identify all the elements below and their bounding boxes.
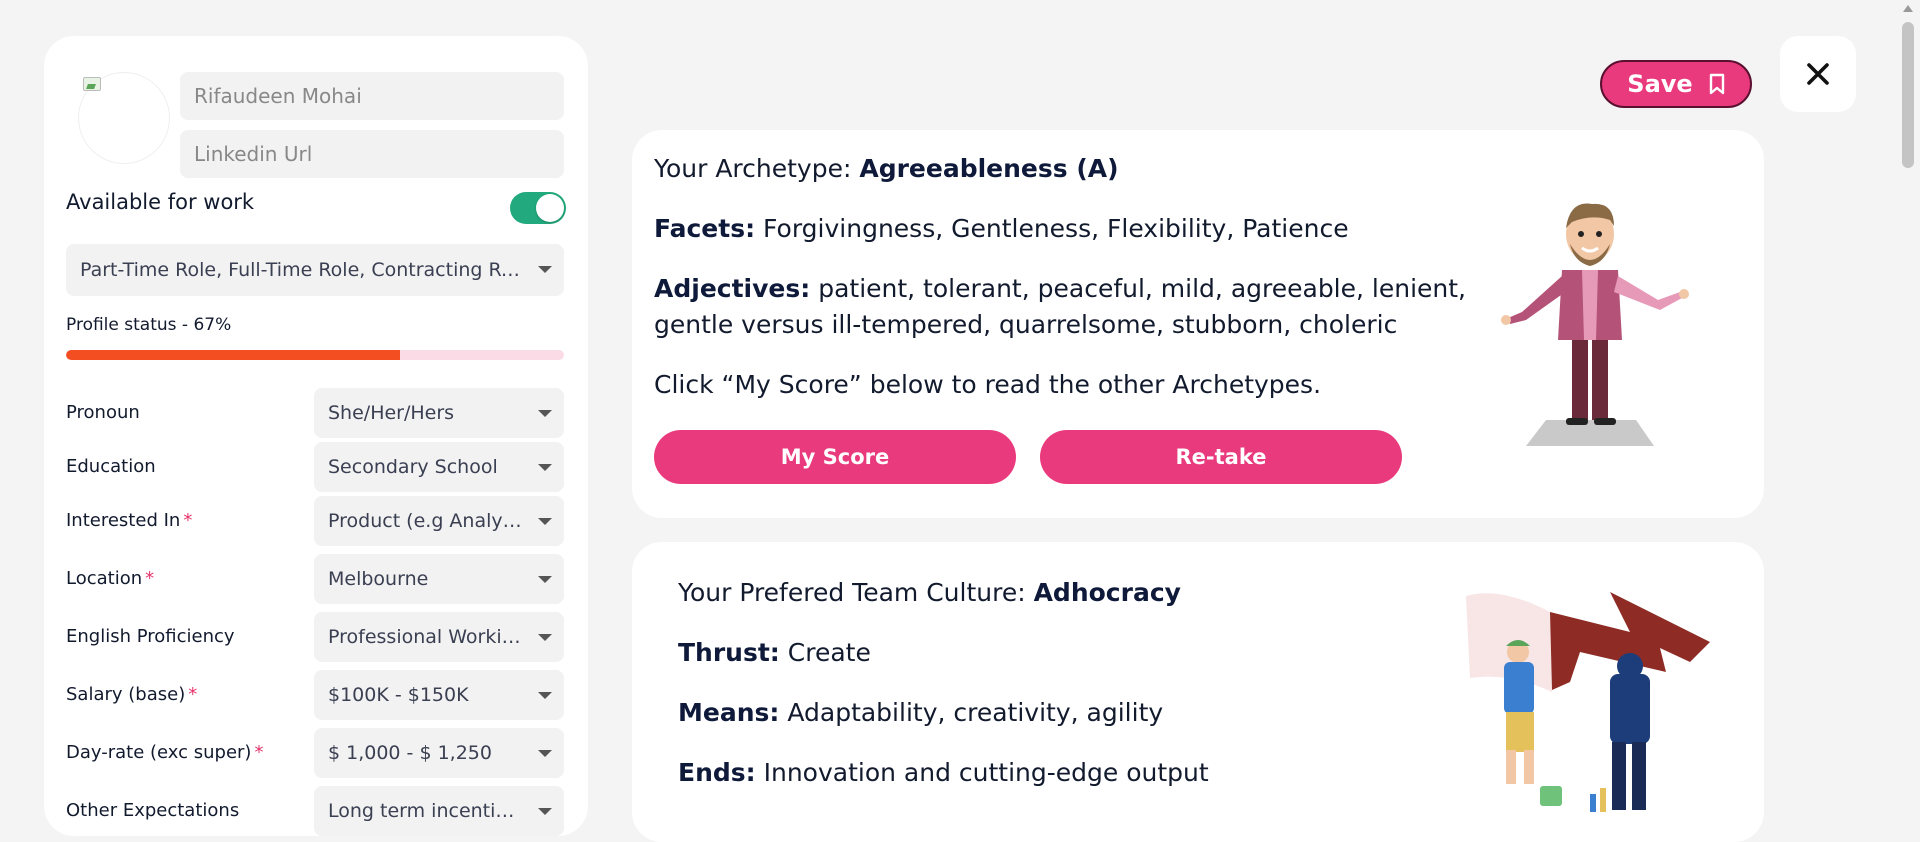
available-for-work-toggle[interactable] <box>510 192 566 224</box>
location-value: Melbourne <box>328 568 429 590</box>
english-proficiency-label: English Proficiency <box>66 626 235 647</box>
pronoun-select[interactable]: She/Her/Hers <box>314 388 564 438</box>
means-line: Means: Adaptability, creativity, agility <box>678 698 1164 727</box>
english-proficiency-value: Professional Workin... <box>328 626 532 648</box>
other-expectations-select[interactable]: Long term incentive... <box>314 786 564 836</box>
day-rate-label: Day-rate (exc super) * <box>66 742 264 763</box>
required-marker: * <box>254 742 264 763</box>
day-rate-value: $ 1,000 - $ 1,250 <box>328 742 492 764</box>
location-select[interactable]: Melbourne <box>314 554 564 604</box>
bookmark-icon <box>1709 73 1725 95</box>
interested-in-label: Interested In * <box>66 510 193 531</box>
toggle-knob <box>536 194 564 222</box>
interested-in-select[interactable]: Product (e.g Analyst... <box>314 496 564 546</box>
culture-name: Adhocracy <box>1033 578 1181 607</box>
required-marker: * <box>188 684 198 705</box>
other-expectations-value: Long term incentive... <box>328 800 537 822</box>
chevron-down-icon <box>538 634 552 641</box>
required-marker: * <box>183 510 193 531</box>
archetype-name: Agreeableness (A) <box>859 154 1119 183</box>
thrust-line: Thrust: Create <box>678 638 871 667</box>
profile-progress-bar <box>66 350 564 360</box>
archetype-character-illustration <box>1501 203 1689 446</box>
pronoun-label: Pronoun <box>66 402 140 423</box>
chevron-down-icon <box>538 692 552 699</box>
scroll-up-arrow-icon[interactable] <box>1903 5 1913 12</box>
archetype-card: Your Archetype: Agreeableness (A) Facets… <box>632 130 1764 518</box>
chevron-down-icon <box>538 464 552 471</box>
team-culture-illustration <box>1466 592 1710 812</box>
close-icon <box>1807 63 1829 85</box>
other-expectations-label: Other Expectations <box>66 800 240 821</box>
work-type-select[interactable]: Part-Time Role, Full-Time Role, Contract… <box>66 244 564 296</box>
education-select[interactable]: Secondary School <box>314 442 564 492</box>
my-score-button[interactable]: My Score <box>654 430 1016 484</box>
avatar[interactable] <box>78 72 170 164</box>
save-button[interactable]: Save <box>1600 60 1752 108</box>
name-input[interactable]: Rifaudeen Mohai <box>180 72 564 120</box>
close-button[interactable] <box>1780 36 1856 112</box>
available-for-work-label: Available for work <box>66 190 255 214</box>
salary-select[interactable]: $100K - $150K <box>314 670 564 720</box>
linkedin-url-input[interactable]: Linkedin Url <box>180 130 564 178</box>
location-label: Location * <box>66 568 155 589</box>
broken-image-icon <box>83 77 101 91</box>
salary-label: Salary (base) * <box>66 684 198 705</box>
day-rate-select[interactable]: $ 1,000 - $ 1,250 <box>314 728 564 778</box>
chevron-down-icon <box>538 266 552 273</box>
chevron-down-icon <box>538 518 552 525</box>
required-marker: * <box>145 568 155 589</box>
save-button-label: Save <box>1627 70 1693 98</box>
adjectives-line-2: gentle versus ill-tempered, quarrelsome,… <box>654 310 1398 339</box>
retake-button[interactable]: Re-take <box>1040 430 1402 484</box>
interested-in-value: Product (e.g Analyst... <box>328 510 539 532</box>
profile-progress-fill <box>66 350 400 360</box>
salary-value: $100K - $150K <box>328 684 469 706</box>
english-proficiency-select[interactable]: Professional Workin... <box>314 612 564 662</box>
pronoun-value: She/Her/Hers <box>328 402 455 424</box>
chevron-down-icon <box>538 576 552 583</box>
archetype-title: Your Archetype: Agreeableness (A) <box>654 154 1119 183</box>
page-scrollbar[interactable] <box>1896 0 1920 812</box>
profile-panel: Rifaudeen Mohai Linkedin Url Available f… <box>44 36 588 836</box>
scrollbar-thumb[interactable] <box>1902 22 1914 168</box>
work-type-value: Part-Time Role, Full-Time Role, Contract… <box>80 259 531 281</box>
education-label: Education <box>66 456 156 477</box>
archetype-hint: Click “My Score” below to read the other… <box>654 370 1322 399</box>
ends-line: Ends: Innovation and cutting-edge output <box>678 758 1209 787</box>
culture-title: Your Prefered Team Culture: Adhocracy <box>678 578 1181 607</box>
chevron-down-icon <box>538 410 552 417</box>
team-culture-card: Your Prefered Team Culture: Adhocracy Th… <box>632 542 1764 842</box>
chevron-down-icon <box>538 750 552 757</box>
profile-status-label: Profile status - 67% <box>66 315 232 335</box>
adjectives-line: Adjectives: patient, tolerant, peaceful,… <box>654 274 1466 303</box>
education-value: Secondary School <box>328 456 498 478</box>
facets-line: Facets: Forgivingness, Gentleness, Flexi… <box>654 214 1349 243</box>
